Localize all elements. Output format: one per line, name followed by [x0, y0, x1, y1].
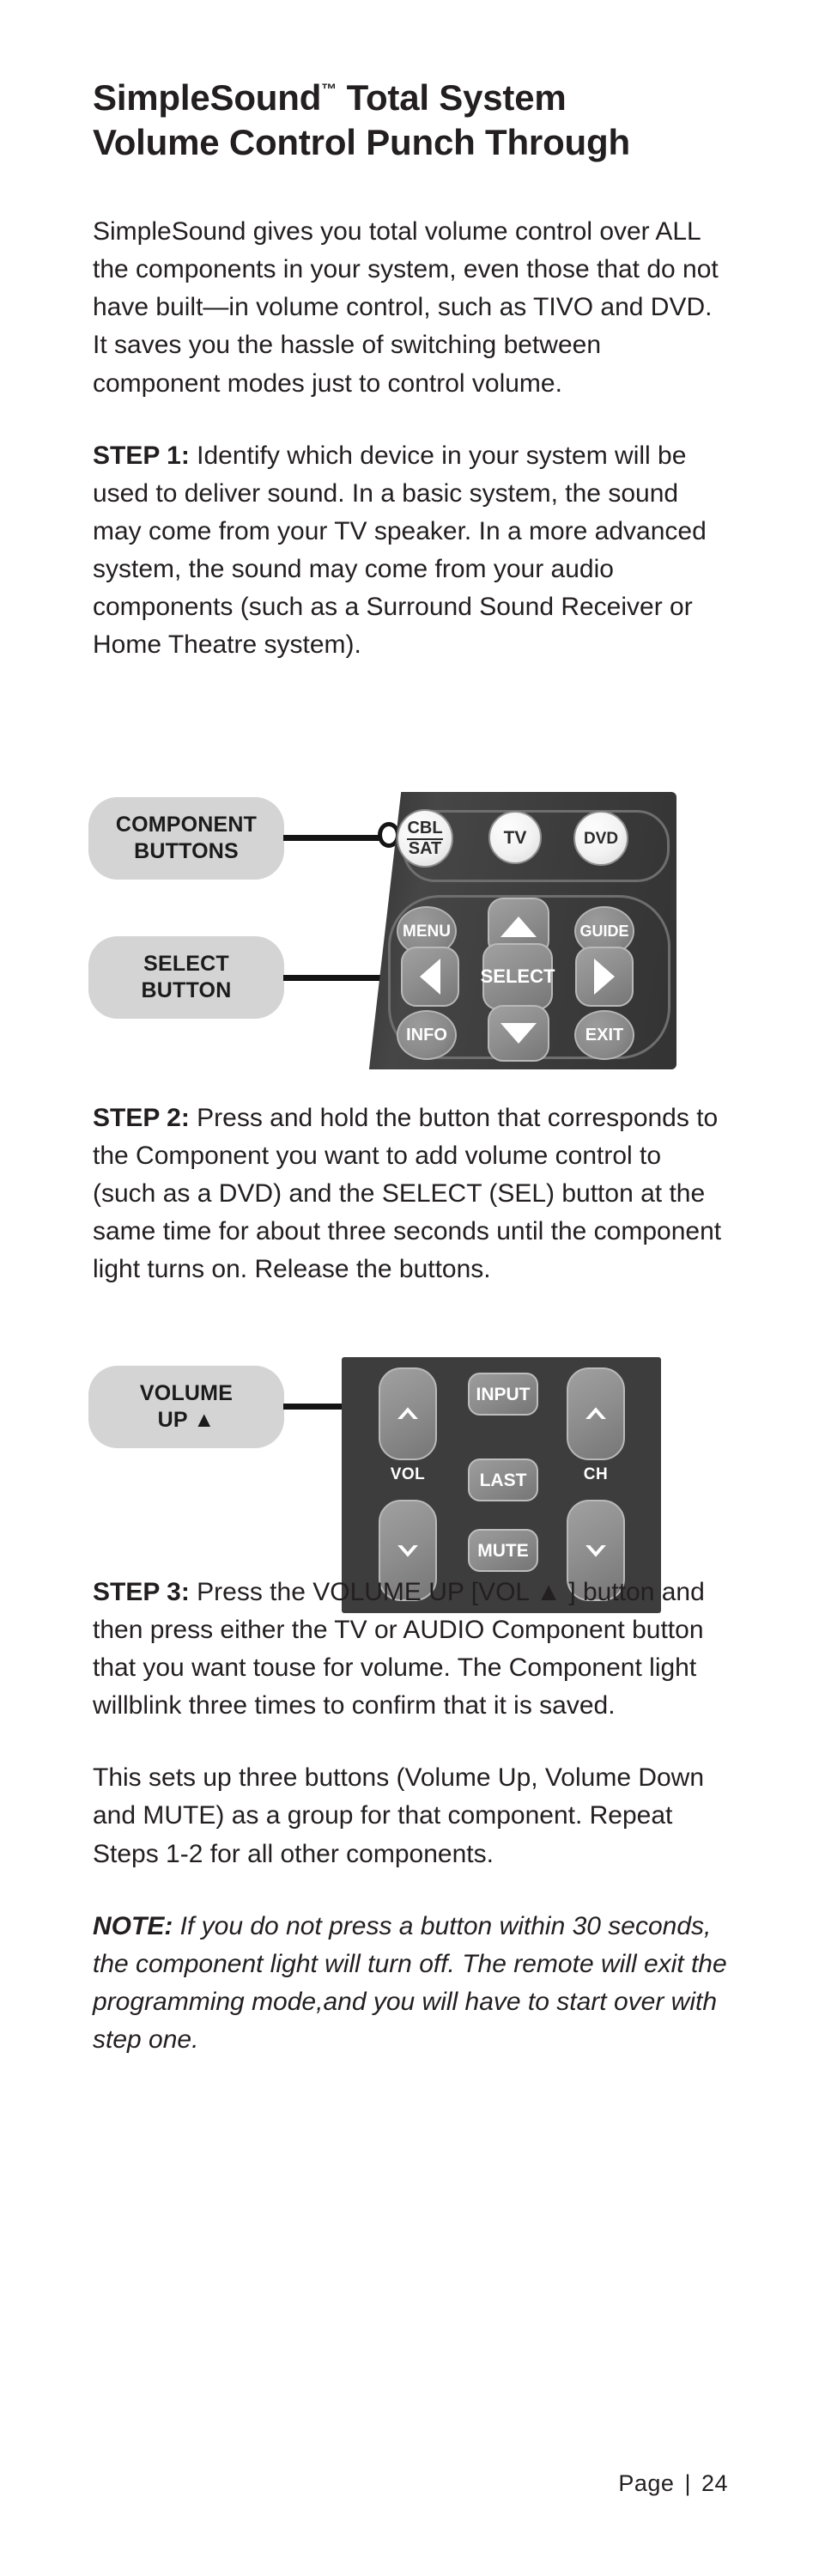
note-paragraph: NOTE: If you do not press a button withi…	[93, 1908, 728, 2059]
step-1-label: STEP 1:	[93, 441, 190, 470]
page-footer: Page | 24	[618, 2470, 728, 2497]
remote-button-volume-up[interactable]	[379, 1367, 437, 1460]
callout-volume-up-line2: UP ▲	[157, 1408, 215, 1432]
intro-text: SimpleSound gives you total volume contr…	[93, 217, 719, 398]
up-arrow-icon	[500, 917, 537, 937]
remote-button-menu-label: MENU	[403, 922, 451, 941]
step-2-label: STEP 2:	[93, 1104, 190, 1132]
step-2-paragraph: STEP 2: Press and hold the button that c…	[93, 1099, 728, 1288]
step-1-text: Identify which device in your system wil…	[93, 441, 707, 660]
remote-label-ch: CH	[567, 1465, 625, 1484]
spacer-after-summary	[93, 1873, 728, 1908]
callout-component-buttons-line2: BUTTONS	[134, 839, 239, 863]
remote-button-cbl-label: CBL	[407, 819, 443, 840]
remote-button-input[interactable]: INPUT	[468, 1373, 538, 1416]
right-arrow-icon	[594, 959, 615, 995]
left-arrow-icon	[420, 959, 440, 995]
remote-button-last[interactable]: LAST	[468, 1459, 538, 1501]
remote-label-vol-text: VOL	[390, 1465, 426, 1483]
chevron-up-icon	[397, 1407, 418, 1419]
figure-volume-panel: VOLUME UP ▲ INPUT VOL LAST CH MUTE	[0, 1357, 819, 1613]
spacer-after-step-3	[93, 1725, 728, 1759]
intro-paragraph: SimpleSound gives you total volume contr…	[93, 213, 728, 402]
chevron-up-icon	[585, 1407, 606, 1419]
page-title-line1-rest: Total System	[337, 77, 567, 118]
remote-button-mute-label: MUTE	[477, 1540, 529, 1561]
page-title: SimpleSound™ Total System Volume Control…	[93, 76, 728, 165]
remote-button-tv[interactable]: TV	[488, 811, 542, 864]
remote-button-left[interactable]	[401, 947, 459, 1007]
footer-page-number: 24	[701, 2470, 728, 2496]
chevron-down-icon	[585, 1545, 606, 1557]
remote-button-channel-up[interactable]	[567, 1367, 625, 1460]
page-canvas: SimpleSound™ Total System Volume Control…	[0, 0, 819, 2576]
note-label: NOTE:	[93, 1911, 173, 1940]
remote-label-ch-text: CH	[583, 1465, 609, 1483]
page-title-line2: Volume Control Punch Through	[93, 122, 630, 163]
remote-button-exit[interactable]: EXIT	[574, 1010, 634, 1060]
remote-button-info[interactable]: INFO	[397, 1010, 457, 1060]
remote-button-down[interactable]	[488, 1005, 549, 1062]
remote-button-select[interactable]: SELECT	[480, 943, 555, 1010]
trademark-symbol: ™	[321, 81, 337, 98]
remote-button-right[interactable]	[575, 947, 634, 1007]
remote-button-exit-label: EXIT	[585, 1026, 624, 1044]
step-3-paragraph: STEP 3: Press the VOLUME UP [VOL ▲ ] but…	[93, 1574, 728, 1725]
step-2-block: STEP 2: Press and hold the button that c…	[93, 1099, 728, 1288]
remote-button-dvd[interactable]: DVD	[573, 811, 628, 866]
summary-text: This sets up three buttons (Volume Up, V…	[93, 1763, 705, 1868]
footer-page-label: Page	[618, 2470, 675, 2496]
callout-select-button: SELECT BUTTON	[88, 936, 284, 1019]
remote-button-select-label: SELECT	[480, 965, 555, 987]
callout-component-buttons: COMPONENT BUTTONS	[88, 797, 284, 880]
spacer-after-intro	[93, 403, 728, 437]
remote-button-dvd-label: DVD	[583, 829, 619, 848]
chevron-down-icon	[397, 1545, 418, 1557]
remote-button-last-label: LAST	[479, 1470, 527, 1490]
leader-line-component-buttons	[283, 835, 386, 841]
closing-text-block: STEP 3: Press the VOLUME UP [VOL ▲ ] but…	[93, 1574, 728, 2059]
callout-component-buttons-line1: COMPONENT	[115, 812, 258, 837]
remote-button-input-label: INPUT	[476, 1384, 531, 1404]
figure-remote-component-select: COMPONENT BUTTONS SELECT BUTTON CBL SAT …	[0, 790, 819, 1082]
document-content: SimpleSound™ Total System Volume Control…	[93, 76, 728, 664]
remote-button-guide-label: GUIDE	[579, 923, 629, 940]
down-arrow-icon	[500, 1023, 537, 1044]
spacer-after-title	[93, 165, 728, 213]
callout-select-button-line1: SELECT	[143, 951, 229, 976]
footer-separator: |	[684, 2470, 691, 2496]
step-3-label: STEP 3:	[93, 1578, 190, 1606]
callout-select-button-line2: BUTTON	[141, 978, 232, 1002]
remote-button-sat-label: SAT	[408, 839, 442, 858]
remote-button-tv-label: TV	[503, 827, 527, 848]
step-1-paragraph: STEP 1: Identify which device in your sy…	[93, 437, 728, 665]
note-text: If you do not press a button within 30 s…	[93, 1911, 727, 2054]
remote-button-mute[interactable]: MUTE	[468, 1529, 538, 1572]
summary-paragraph: This sets up three buttons (Volume Up, V…	[93, 1759, 728, 1873]
remote-label-vol: VOL	[379, 1465, 437, 1484]
remote-button-cbl-sat[interactable]: CBL SAT	[397, 809, 453, 868]
callout-volume-up: VOLUME UP ▲	[88, 1366, 284, 1448]
remote-button-info-label: INFO	[406, 1026, 447, 1044]
page-title-line1-brand: SimpleSound	[93, 77, 322, 118]
callout-volume-up-line1: VOLUME	[139, 1380, 234, 1405]
